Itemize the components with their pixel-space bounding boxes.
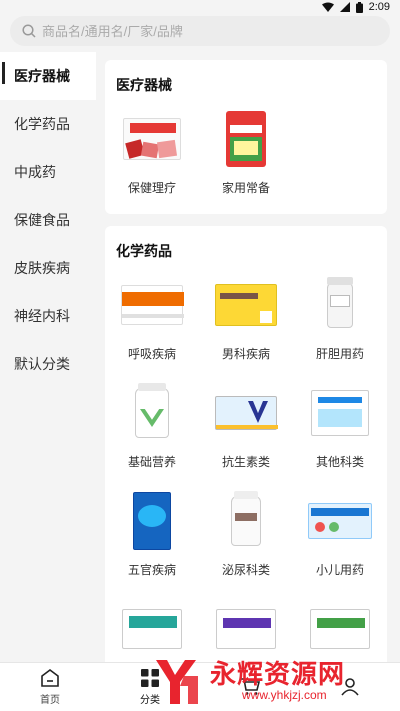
yellow-medicine-box-icon — [211, 274, 281, 336]
antibiotic-box-icon — [211, 382, 281, 444]
category-tile-label: 小儿用药 — [315, 563, 364, 577]
category-tile-label: 家用常备 — [221, 181, 270, 195]
blue-box-icon — [117, 490, 187, 552]
category-tile[interactable]: 男科疾病 — [199, 274, 293, 362]
category-tile-label: 呼吸疾病 — [127, 347, 176, 361]
pain-patch-box-icon — [117, 108, 187, 170]
search-icon — [22, 24, 36, 38]
section-title: 化学药品 — [116, 243, 172, 259]
sidebar-item-health-food[interactable]: 保健食品 — [0, 196, 96, 244]
watermark-logo-icon — [156, 660, 198, 704]
sidebar-item-label: 化学药品 — [14, 116, 70, 132]
sidebar-item-medical-devices[interactable]: 医疗器械 — [0, 52, 96, 100]
category-tile-label: 其他科类 — [315, 455, 364, 469]
wifi-icon — [321, 2, 334, 12]
section-card-chemical-drugs: 化学药品 呼吸疾病 男科疾病 肝胆用药 基础营养 抗生素类 其他科类 五官疾病 … — [105, 226, 387, 662]
category-tile[interactable]: 呼吸疾病 — [105, 274, 199, 362]
sidebar-item-label: 神经内科 — [14, 308, 70, 324]
sidebar-item-label: 中成药 — [14, 164, 56, 180]
sidebar-item-default[interactable]: 默认分类 — [0, 340, 96, 388]
search-input[interactable] — [42, 23, 362, 39]
category-tile[interactable]: 小儿用药 — [293, 490, 387, 578]
status-right: 2:09 — [321, 0, 390, 14]
section-card-medical-devices: 医疗器械 保健理疗 家用常备 — [105, 60, 387, 214]
category-tile-label: 男科疾病 — [221, 347, 270, 361]
sidebar-item-label: 保健食品 — [14, 212, 70, 228]
sidebar-item-label: 皮肤疾病 — [14, 260, 70, 276]
sidebar-item-chemical-drugs[interactable]: 化学药品 — [0, 100, 96, 148]
category-tile[interactable]: 其他科类 — [293, 382, 387, 470]
teal-box-icon — [117, 598, 187, 660]
category-tile-label: 泌尿科类 — [221, 563, 270, 577]
status-bar: 2:09 — [0, 0, 400, 14]
vitamin-bottle-icon — [117, 382, 187, 444]
sidebar-item-neurology[interactable]: 神经内科 — [0, 292, 96, 340]
category-tile[interactable]: 家用常备 — [199, 108, 293, 196]
section-title: 医疗器械 — [116, 77, 172, 93]
status-time: 2:09 — [368, 1, 390, 13]
signal-icon — [339, 2, 350, 12]
watermark: 永辉资源网 www.yhkjzj.com — [150, 652, 395, 708]
medical-pack-icon — [211, 108, 281, 170]
category-tile-label: 保健理疗 — [127, 181, 176, 195]
orange-medicine-box-icon — [117, 274, 187, 336]
home-icon — [41, 669, 59, 687]
category-tile[interactable]: 泌尿科类 — [199, 490, 293, 578]
sidebar-item-chinese-patent-medicine[interactable]: 中成药 — [0, 148, 96, 196]
sidebar-item-label: 默认分类 — [14, 356, 70, 372]
watermark-url: www.yhkjzj.com — [242, 688, 327, 702]
purple-box-icon — [211, 598, 281, 660]
category-tile-label: 基础营养 — [127, 455, 176, 469]
watermark-text: 永辉资源网 — [210, 659, 346, 689]
battery-icon — [355, 1, 363, 13]
category-tile[interactable]: 基础营养 — [105, 382, 199, 470]
category-tile-label: 抗生素类 — [221, 455, 270, 469]
white-bottle-icon — [305, 274, 375, 336]
capsule-bottle-icon — [211, 490, 281, 552]
sidebar-item-label: 医疗器械 — [14, 68, 70, 84]
category-tile[interactable]: 肝胆用药 — [293, 274, 387, 362]
category-tile[interactable]: 抗生素类 — [199, 382, 293, 470]
pediatric-box-icon — [305, 490, 375, 552]
green-box-icon — [305, 598, 375, 660]
tab-home[interactable]: 首页 — [0, 663, 100, 711]
category-tile-label: 肝胆用药 — [315, 347, 364, 361]
sidebar-item-skin-diseases[interactable]: 皮肤疾病 — [0, 244, 96, 292]
category-tile[interactable]: 五官疾病 — [105, 490, 199, 578]
tab-label: 首页 — [40, 695, 60, 706]
search-bar[interactable] — [10, 16, 390, 46]
category-content: 医疗器械 保健理疗 家用常备 化学药品 呼吸疾病 男科疾病 肝胆用药 基础营养 … — [96, 52, 400, 662]
category-tile[interactable]: 保健理疗 — [105, 108, 199, 196]
category-tile-label: 五官疾病 — [127, 563, 176, 577]
granule-box-icon — [305, 382, 375, 444]
category-sidebar: 医疗器械 化学药品 中成药 保健食品 皮肤疾病 神经内科 默认分类 — [0, 52, 96, 662]
